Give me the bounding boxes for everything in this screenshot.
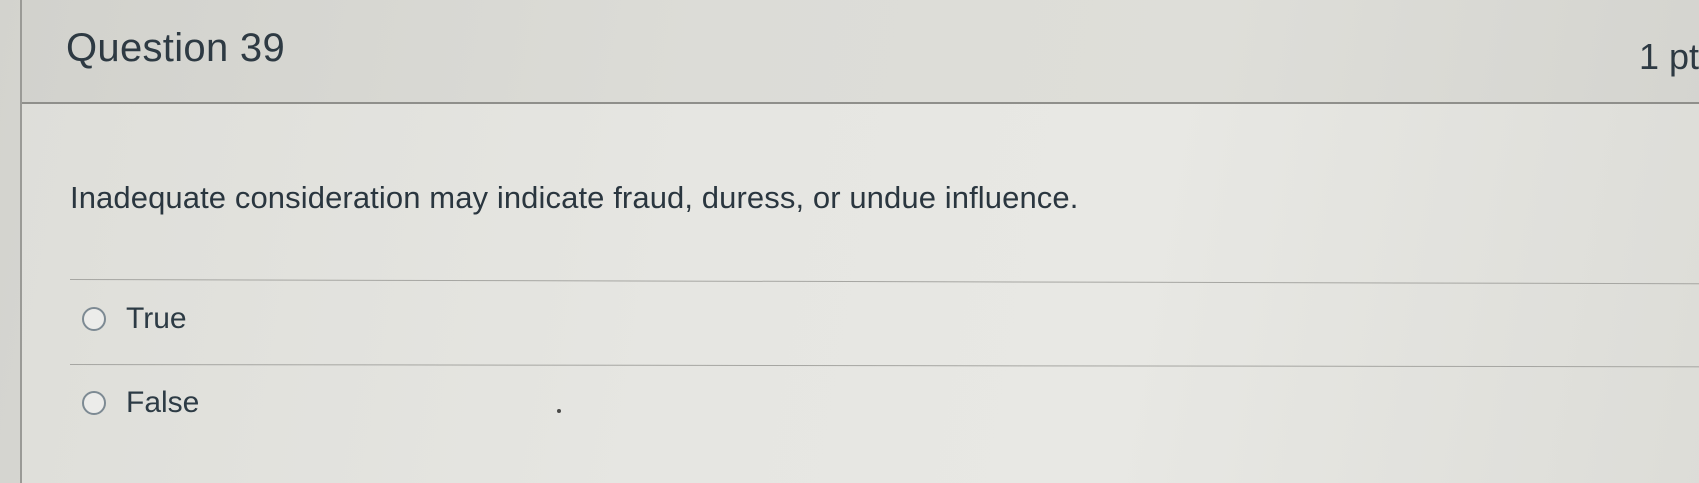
question-title: Question 39 bbox=[66, 26, 286, 70]
question-card: Question 39 1 pt Inadequate consideratio… bbox=[20, 0, 1699, 483]
radio-button-false[interactable] bbox=[82, 391, 106, 415]
answer-label-false: False bbox=[126, 386, 200, 419]
answers-divider-top bbox=[69, 279, 1699, 285]
radio-button-true[interactable] bbox=[82, 307, 106, 331]
question-header: Question 39 1 pt bbox=[22, 0, 1699, 104]
question-points: 1 pt bbox=[1639, 36, 1699, 77]
question-text: Inadequate consideration may indicate fr… bbox=[70, 180, 1079, 215]
answer-option-true[interactable]: True bbox=[82, 302, 187, 336]
answer-option-false[interactable]: False bbox=[82, 386, 199, 420]
dust-speck bbox=[557, 409, 561, 413]
answer-label-true: True bbox=[126, 302, 187, 335]
answers-divider-middle bbox=[69, 364, 1699, 368]
